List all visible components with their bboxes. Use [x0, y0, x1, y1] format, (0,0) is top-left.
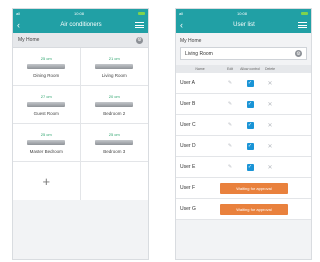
delete-icon[interactable]: ✕ — [260, 122, 280, 129]
col-delete: Delete — [264, 67, 276, 71]
room-name: Living Room — [101, 72, 127, 78]
delete-icon[interactable]: ✕ — [260, 164, 280, 171]
add-room-button[interactable]: + — [13, 162, 81, 200]
col-allow: Allow control — [240, 67, 260, 71]
room-temp: 20 cm — [108, 93, 120, 99]
waiting-approval-button[interactable]: Waiting for approval — [220, 203, 288, 215]
room-temp: 21 cm — [108, 55, 120, 61]
signal-label: all — [179, 10, 184, 16]
room-temp: 25 cm — [40, 131, 52, 137]
user-name: User F — [180, 185, 195, 191]
user-name: User A — [180, 80, 196, 86]
edit-icon[interactable]: ✎ — [220, 122, 240, 128]
delete-icon[interactable]: ✕ — [260, 101, 280, 108]
user-name: User B — [180, 101, 196, 107]
status-time: 10:08 — [74, 10, 85, 16]
page-title: Air conditioners — [60, 22, 102, 28]
allow-checkbox[interactable]: ✓ — [246, 79, 254, 87]
battery-icon — [301, 11, 308, 15]
user-name: User D — [180, 143, 196, 149]
room-select[interactable]: Living Room ⚙ — [180, 47, 307, 60]
battery-icon — [138, 11, 145, 15]
gear-icon[interactable]: ⚙ — [295, 50, 302, 57]
waiting-approval-button[interactable]: Waiting for approval — [220, 182, 288, 194]
allow-checkbox[interactable]: ✓ — [246, 100, 254, 108]
user-list-screen: all 10:08 ‹ User list My Home Living Roo… — [175, 8, 312, 260]
room-tile[interactable]: 20 cm Bedroom 2 — [80, 86, 148, 124]
back-icon[interactable]: ‹ — [17, 20, 27, 30]
room-temp: 27 cm — [40, 93, 52, 99]
ac-unit-icon — [27, 63, 66, 69]
table-row: User C ✎ ✓ ✕ — [176, 115, 311, 136]
room-tile[interactable]: 25 cm Master Bedroom — [13, 124, 81, 162]
home-section: My Home ⚙ — [13, 33, 148, 48]
col-edit: Edit — [226, 67, 234, 71]
ac-unit-icon — [95, 101, 134, 107]
room-tile[interactable]: 25 cm Dining Room — [13, 48, 81, 86]
room-temp: 25 cm — [40, 55, 52, 61]
ac-unit-icon — [27, 139, 66, 145]
allow-checkbox[interactable]: ✓ — [246, 163, 254, 171]
back-icon[interactable]: ‹ — [180, 20, 190, 30]
allow-checkbox[interactable]: ✓ — [246, 142, 254, 150]
edit-icon[interactable]: ✎ — [220, 80, 240, 86]
table-row-pending: User F Waiting for approval — [176, 178, 311, 199]
status-bar: all 10:08 — [13, 9, 148, 17]
user-name: User C — [180, 122, 196, 128]
room-tile[interactable]: 27 cm Guest Room — [13, 86, 81, 124]
table-row: User A ✎ ✓ ✕ — [176, 73, 311, 94]
menu-icon[interactable] — [135, 22, 144, 28]
room-name: Bedroom 2 — [103, 110, 126, 116]
table-row: User E ✎ ✓ ✕ — [176, 157, 311, 178]
room-name: Bedroom 3 — [103, 148, 126, 154]
gear-icon[interactable]: ⚙ — [136, 36, 143, 44]
signal-label: all — [16, 10, 21, 16]
edit-icon[interactable]: ✎ — [220, 143, 240, 149]
status-time: 10:08 — [237, 10, 248, 16]
allow-checkbox[interactable]: ✓ — [246, 121, 254, 129]
room-name: Master Bedroom — [29, 148, 63, 154]
menu-icon[interactable] — [298, 22, 307, 28]
empty-tile — [81, 162, 149, 200]
user-name: User G — [180, 206, 196, 212]
ac-unit-icon — [95, 63, 134, 69]
table-row-pending: User G Waiting for approval — [176, 199, 311, 220]
delete-icon[interactable]: ✕ — [260, 80, 280, 87]
app-bar: ‹ Air conditioners — [13, 17, 148, 33]
table-row: User D ✎ ✓ ✕ — [176, 136, 311, 157]
user-name: User E — [180, 164, 196, 170]
room-temp: 25 cm — [108, 131, 120, 137]
status-bar: all 10:08 — [176, 9, 311, 17]
page-title: User list — [233, 22, 255, 28]
ac-screen: all 10:08 ‹ Air conditioners My Home ⚙ 2… — [12, 8, 149, 260]
room-name: Guest Room — [33, 110, 59, 116]
room-grid: 25 cm Dining Room 21 cm Living Room 27 c… — [13, 48, 148, 200]
delete-icon[interactable]: ✕ — [260, 143, 280, 150]
ac-unit-icon — [27, 101, 66, 107]
room-select-value: Living Room — [185, 50, 213, 57]
home-label: My Home — [180, 38, 202, 44]
room-tile[interactable]: 25 cm Bedroom 3 — [80, 124, 148, 162]
room-name: Dining Room — [33, 72, 60, 78]
ac-unit-icon — [95, 139, 134, 145]
table-header: Name Edit Allow control Delete — [176, 65, 311, 73]
table-row: User B ✎ ✓ ✕ — [176, 94, 311, 115]
room-tile[interactable]: 21 cm Living Room — [80, 48, 148, 86]
col-name: Name — [195, 67, 205, 71]
edit-icon[interactable]: ✎ — [220, 101, 240, 107]
edit-icon[interactable]: ✎ — [220, 164, 240, 170]
app-bar: ‹ User list — [176, 17, 311, 33]
home-label: My Home — [18, 37, 40, 43]
